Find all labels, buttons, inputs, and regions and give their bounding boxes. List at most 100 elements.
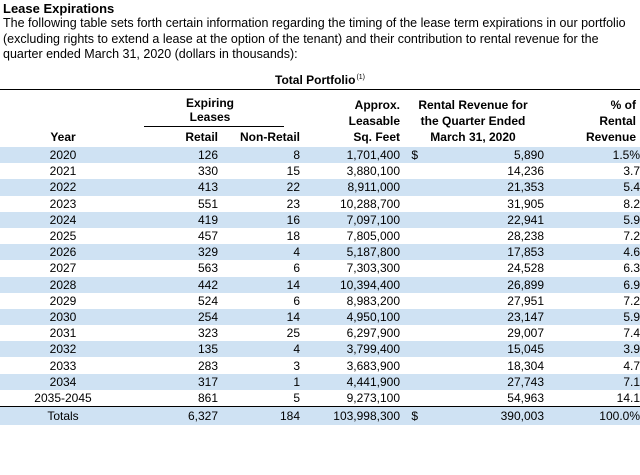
cell-retail: 323 xyxy=(197,326,218,341)
cell-year: 2020 xyxy=(0,147,126,164)
cell-sq-feet: 103,998,300 xyxy=(300,406,400,425)
cell-year: 2026 xyxy=(0,244,126,261)
table-row: 2030 254 14 4,950,100 23,147 5.9 xyxy=(0,308,640,326)
cell-rental-revenue: 17,853 xyxy=(418,244,544,261)
cell-non-retail: 8 xyxy=(218,147,300,164)
cell-retail: 254 xyxy=(126,308,218,326)
cell-dollar-sign xyxy=(400,308,418,326)
lease-expirations-table: 2020 126 8 1,701,400 $5,890 1.5% 2021 330 15 3,88… xyxy=(0,147,640,425)
cell-rental-revenue: 21,353 xyxy=(418,179,544,196)
table-row: 2032 135 4 3,799,400 15,045 3.9 xyxy=(0,341,640,358)
cell-rental-revenue: 18,304 xyxy=(507,358,544,373)
cell-pct-revenue: 5.9 xyxy=(544,211,640,228)
header-pct-line2: Rental xyxy=(599,114,636,128)
cell-pct-revenue: 5.9 xyxy=(544,308,640,326)
cell-dollar-sign xyxy=(400,341,418,358)
cell-dollar-sign xyxy=(400,163,418,179)
cell-pct-revenue: 6.9 xyxy=(544,276,640,293)
cell-non-retail: 15 xyxy=(286,164,300,179)
cell-non-retail: 3 xyxy=(293,358,300,373)
cell-year: 2023 xyxy=(49,196,77,211)
cell-non-retail: 1 xyxy=(218,373,300,390)
cell-year: 2029 xyxy=(49,293,77,308)
cell-retail: 329 xyxy=(126,244,218,261)
top-rule xyxy=(0,89,640,90)
cell-retail: 135 xyxy=(126,341,218,358)
cell-rental-revenue: 15,045 xyxy=(418,341,544,358)
header-pct-line1: % of xyxy=(610,98,636,112)
cell-sq-feet: 8,911,000 xyxy=(300,179,400,196)
cell-non-retail: 184 xyxy=(218,406,300,425)
header-pct-line3: Revenue xyxy=(585,130,636,144)
table-row: 2020 126 8 1,701,400 $5,890 1.5% xyxy=(0,147,640,164)
cell-sq-feet: 9,273,100 xyxy=(346,390,400,405)
cell-retail: 524 xyxy=(197,293,218,308)
cell-sq-feet: 10,394,400 xyxy=(300,276,400,293)
cell-non-retail: 18 xyxy=(286,229,300,244)
table-row: 2029 524 6 8,983,200 27,951 7.2 xyxy=(0,293,640,309)
cell-sq-feet: 1,701,400 xyxy=(300,147,400,164)
total-portfolio-heading: Total Portfolio(1) xyxy=(0,71,640,87)
cell-retail: 126 xyxy=(126,147,218,164)
cell-sq-feet: 7,805,000 xyxy=(346,229,400,244)
cell-sq-feet: 5,187,800 xyxy=(300,244,400,261)
cell-pct-revenue: 1.5% xyxy=(544,147,640,164)
header-leasable: Leasable xyxy=(348,114,400,128)
cell-pct-revenue: 4.7 xyxy=(623,358,640,373)
cell-sq-feet: 4,441,900 xyxy=(300,373,400,390)
cell-pct-revenue: 3.7 xyxy=(623,164,640,179)
cell-non-retail: 25 xyxy=(286,326,300,341)
cell-sq-feet: 3,799,400 xyxy=(300,341,400,358)
cell-retail: 419 xyxy=(126,211,218,228)
table-row: 2026 329 4 5,187,800 17,853 4.6 xyxy=(0,244,640,261)
cell-rental-revenue: 27,951 xyxy=(507,293,544,308)
total-portfolio-label: Total Portfolio xyxy=(275,73,356,87)
cell-sq-feet: 6,297,900 xyxy=(346,326,400,341)
totals-row: Totals 6,327 184 103,998,300 $390,003 100.0% xyxy=(0,406,640,425)
cell-pct-revenue: 7.2 xyxy=(623,229,640,244)
header-sq-feet: Sq. Feet xyxy=(353,130,400,144)
cell-retail: 457 xyxy=(197,229,218,244)
intro-paragraph: The following table sets forth certain i… xyxy=(3,16,626,61)
cell-non-retail: 14 xyxy=(218,308,300,326)
cell-dollar-sign xyxy=(400,244,418,261)
cell-sq-feet: 3,683,900 xyxy=(346,358,400,373)
cell-pct-revenue: 5.4 xyxy=(544,179,640,196)
cell-retail: 442 xyxy=(126,276,218,293)
cell-retail: 551 xyxy=(197,196,218,211)
header-underline-leases xyxy=(144,126,284,127)
table-row: 2023 551 23 10,288,700 31,905 8.2 xyxy=(0,196,640,212)
cell-non-retail: 4 xyxy=(218,244,300,261)
cell-year: 2025 xyxy=(49,229,77,244)
section-title: Lease Expirations xyxy=(3,1,115,16)
cell-year: 2027 xyxy=(49,261,77,276)
cell-retail: 563 xyxy=(197,261,218,276)
cell-dollar-sign: $ xyxy=(400,406,418,425)
cell-rental-revenue: 390,003 xyxy=(418,406,544,425)
cell-non-retail: 23 xyxy=(286,196,300,211)
table-row: 2028 442 14 10,394,400 26,899 6.9 xyxy=(0,276,640,293)
header-year: Year xyxy=(50,130,76,144)
footnote-marker: (1) xyxy=(356,74,365,81)
header-approx: Approx. xyxy=(354,98,400,112)
cell-sq-feet: 4,950,100 xyxy=(300,308,400,326)
cell-retail: 317 xyxy=(126,373,218,390)
cell-non-retail: 14 xyxy=(218,276,300,293)
header-retail: Retail xyxy=(185,130,218,144)
cell-year: 2031 xyxy=(49,326,77,341)
cell-year: 2033 xyxy=(49,358,77,373)
cell-retail: 330 xyxy=(197,164,218,179)
cell-pct-revenue: 8.2 xyxy=(623,196,640,211)
cell-sq-feet: 7,303,300 xyxy=(346,261,400,276)
table-row: 2031 323 25 6,297,900 29,007 7.4 xyxy=(0,325,640,341)
cell-rental-revenue: 23,147 xyxy=(418,308,544,326)
cell-sq-feet: 7,097,100 xyxy=(300,211,400,228)
cell-dollar-sign xyxy=(400,211,418,228)
table-body: 2020 126 8 1,701,400 $5,890 1.5% 2021 330 15 3,88… xyxy=(0,147,640,425)
cell-dollar-sign xyxy=(400,179,418,196)
cell-pct-revenue: 6.3 xyxy=(623,261,640,276)
cell-year: 2021 xyxy=(49,164,77,179)
cell-sq-feet: 10,288,700 xyxy=(339,196,400,211)
cell-retail: 6,327 xyxy=(126,406,218,425)
table-row: 2021 330 15 3,880,100 14,236 3.7 xyxy=(0,163,640,179)
